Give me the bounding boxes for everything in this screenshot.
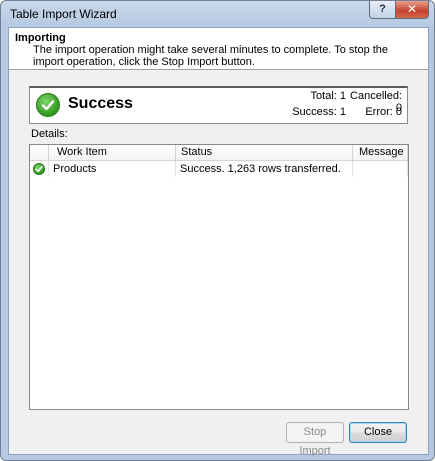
title-bar[interactable]: Table Import Wizard ? ✕ xyxy=(1,1,434,27)
column-header-work-item[interactable]: Work Item xyxy=(49,145,176,160)
column-header-icon[interactable] xyxy=(30,145,49,160)
success-check-icon xyxy=(36,93,60,117)
total-count: Total: 1 xyxy=(310,90,346,102)
list-header: Work Item Status Message xyxy=(30,145,408,161)
page-description: The import operation might take several … xyxy=(33,44,389,68)
status-label: Success xyxy=(68,95,133,112)
window-close-button[interactable]: ✕ xyxy=(395,1,429,19)
stop-import-button[interactable]: Stop Import xyxy=(286,422,344,457)
row-icon-cell xyxy=(30,161,49,177)
table-import-wizard-window: Table Import Wizard ? ✕ Importing The im… xyxy=(0,0,435,461)
summary-panel: Success Total: 1 Cancelled: 0 Success: 1… xyxy=(29,86,408,124)
close-button[interactable]: Close xyxy=(349,422,407,443)
column-header-status[interactable]: Status xyxy=(176,145,353,160)
wizard-body: Importing The import operation might tak… xyxy=(8,27,429,457)
table-row[interactable]: Products Success. 1,263 rows transferred… xyxy=(30,161,408,177)
details-list[interactable]: Work Item Status Message Products Succes… xyxy=(29,144,409,410)
page-title: Importing xyxy=(15,32,66,44)
row-message xyxy=(353,161,408,177)
row-status: Success. 1,263 rows transferred. xyxy=(176,161,353,177)
row-work-item: Products xyxy=(49,161,176,177)
success-check-icon xyxy=(33,163,45,175)
header-panel: Importing The import operation might tak… xyxy=(9,28,428,70)
window-title: Table Import Wizard xyxy=(10,7,117,21)
success-count: Success: 1 xyxy=(292,106,346,118)
error-count: Error: 0 xyxy=(365,106,402,118)
details-label: Details: xyxy=(31,128,68,140)
help-button[interactable]: ? xyxy=(369,1,396,19)
column-header-message[interactable]: Message xyxy=(353,145,408,160)
